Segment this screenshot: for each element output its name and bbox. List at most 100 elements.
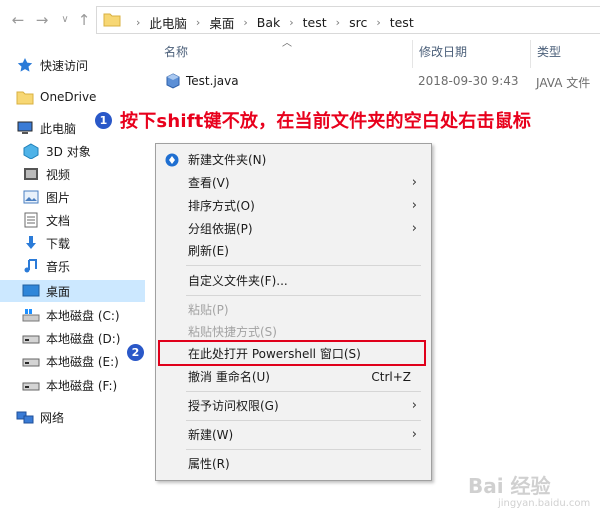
- breadcrumb-item[interactable]: test: [303, 15, 327, 30]
- sidebar-item-documents[interactable]: 文档: [0, 209, 145, 231]
- menu-item-sort-by[interactable]: 排序方式(O) ›: [156, 195, 431, 217]
- highlight-box: [158, 340, 426, 366]
- breadcrumb-separator-icon[interactable]: ›: [196, 16, 200, 29]
- sidebar-item-label: 本地磁盘 (F:): [46, 378, 118, 393]
- sidebar-item-onedrive[interactable]: OneDrive: [0, 86, 145, 108]
- windows-drive-icon: [22, 309, 40, 322]
- breadcrumb-item[interactable]: Bak: [257, 15, 280, 30]
- music-icon: [24, 259, 37, 273]
- watermark: Bai 经验 jingyan.baidu.com: [468, 468, 596, 518]
- menu-separator: [186, 449, 421, 450]
- recent-locations-chevron-icon[interactable]: ∨: [55, 10, 75, 30]
- file-name: Test.java: [186, 74, 239, 88]
- menu-item-label: 粘贴(P): [188, 303, 229, 317]
- drive-icon: [22, 335, 40, 344]
- menu-item-label: 查看(V): [188, 176, 230, 190]
- file-type: JAVA 文件: [536, 76, 591, 90]
- star-icon: [17, 58, 33, 72]
- menu-item-paste[interactable]: 粘贴(P): [156, 299, 431, 321]
- sidebar-item-drive-d[interactable]: 本地磁盘 (D:): [0, 327, 145, 349]
- sidebar-item-3d-objects[interactable]: 3D 对象: [0, 140, 145, 162]
- step-number-badge: 1: [95, 111, 112, 129]
- folder-icon: [103, 13, 121, 27]
- breadcrumb: › 此电脑 › 桌面 › Bak › test › src › test: [127, 13, 414, 32]
- video-icon: [24, 168, 38, 180]
- 3d-objects-icon: [23, 143, 39, 159]
- menu-item-label: 新建(W): [188, 428, 234, 442]
- breadcrumb-item[interactable]: 桌面: [209, 13, 234, 32]
- menu-item-give-access[interactable]: 授予访问权限(G) ›: [156, 395, 431, 417]
- sidebar-item-label: 桌面: [46, 284, 71, 299]
- menu-item-customize-folder[interactable]: 自定义文件夹(F)...: [156, 270, 431, 292]
- menu-separator: [186, 420, 421, 421]
- sidebar-item-label: 音乐: [46, 259, 71, 274]
- menu-item-label: 刷新(E): [188, 244, 229, 258]
- menu-item-new-folder[interactable]: 新建文件夹(N): [156, 149, 431, 171]
- breadcrumb-separator-icon[interactable]: ›: [243, 16, 247, 29]
- column-divider[interactable]: [530, 40, 531, 68]
- column-header-name[interactable]: 名称: [164, 40, 188, 64]
- submenu-arrow-icon: ›: [411, 398, 417, 413]
- network-icon: [16, 411, 34, 424]
- sidebar-item-network[interactable]: 网络: [0, 406, 145, 428]
- sidebar-item-label: 本地磁盘 (C:): [46, 308, 120, 323]
- menu-separator: [186, 391, 421, 392]
- computer-icon: [17, 121, 33, 134]
- download-icon: [26, 236, 36, 249]
- menu-item-label: 排序方式(O): [188, 199, 255, 213]
- watermark-logo-text: Bai 经验: [468, 474, 551, 498]
- back-arrow-icon[interactable]: ←: [8, 10, 28, 30]
- menu-item-refresh[interactable]: 刷新(E): [156, 240, 431, 262]
- sidebar-item-pictures[interactable]: 图片: [0, 186, 145, 208]
- menu-item-undo-rename[interactable]: 撤消 重命名(U) Ctrl+Z: [156, 366, 431, 388]
- breadcrumb-item[interactable]: 此电脑: [149, 13, 187, 32]
- desktop-icon: [22, 284, 40, 297]
- menu-item-shortcut: Ctrl+Z: [371, 370, 411, 384]
- submenu-arrow-icon: ›: [411, 175, 417, 190]
- shield-icon: [165, 153, 179, 167]
- sidebar-item-label: 文档: [46, 213, 71, 228]
- submenu-arrow-icon: ›: [411, 221, 417, 236]
- address-bar[interactable]: › 此电脑 › 桌面 › Bak › test › src › test: [96, 6, 600, 34]
- menu-item-label: 分组依据(P): [188, 222, 253, 236]
- sidebar-item-label: 图片: [46, 190, 71, 205]
- file-row[interactable]: Test.java 2018-09-30 9:43 JAVA 文件: [160, 70, 600, 92]
- breadcrumb-item[interactable]: src: [349, 15, 367, 30]
- annotation-step-1: 1 按下shift键不放，在当前文件夹的空白处右击鼠标: [95, 107, 531, 133]
- menu-item-new[interactable]: 新建(W) ›: [156, 424, 431, 446]
- context-menu: 新建文件夹(N) 查看(V) › 排序方式(O) › 分组依据(P) › 刷新(…: [155, 143, 432, 481]
- sidebar-item-desktop[interactable]: 桌面: [0, 280, 145, 302]
- breadcrumb-separator-icon[interactable]: ›: [376, 16, 380, 29]
- menu-separator: [186, 295, 421, 296]
- sidebar-item-drive-f[interactable]: 本地磁盘 (F:): [0, 374, 145, 396]
- menu-item-view[interactable]: 查看(V) ›: [156, 172, 431, 194]
- address-row: ← → ∨ ↑ › 此电脑 › 桌面 › Bak › test › src › …: [0, 0, 600, 40]
- sidebar-item-videos[interactable]: 视频: [0, 163, 145, 185]
- menu-item-properties[interactable]: 属性(R): [156, 453, 431, 475]
- sidebar-item-label: 快速访问: [40, 58, 89, 73]
- sidebar-item-music[interactable]: 音乐: [0, 255, 145, 277]
- sidebar-item-label: 本地磁盘 (E:): [46, 354, 119, 369]
- sidebar-item-drive-e[interactable]: 本地磁盘 (E:): [0, 350, 145, 372]
- up-arrow-icon[interactable]: ↑: [74, 10, 94, 30]
- column-header-date[interactable]: 修改日期: [419, 40, 467, 64]
- menu-item-label: 新建文件夹(N): [188, 153, 267, 167]
- sidebar-item-quick-access[interactable]: 快速访问: [0, 54, 145, 76]
- column-header-type[interactable]: 类型: [537, 40, 561, 64]
- pictures-icon: [23, 190, 39, 204]
- sort-ascending-icon: ︿: [282, 38, 292, 49]
- sidebar-item-label: 3D 对象: [46, 144, 91, 159]
- forward-arrow-icon[interactable]: →: [32, 10, 52, 30]
- breadcrumb-item[interactable]: test: [390, 15, 414, 30]
- drive-icon: [22, 358, 40, 367]
- breadcrumb-separator-icon[interactable]: ›: [336, 16, 340, 29]
- sidebar-item-label: 网络: [40, 410, 65, 425]
- sidebar-item-drive-c[interactable]: 本地磁盘 (C:): [0, 304, 145, 326]
- menu-item-label: 撤消 重命名(U): [188, 370, 270, 384]
- sidebar-item-downloads[interactable]: 下载: [0, 232, 145, 254]
- breadcrumb-separator-icon[interactable]: ›: [289, 16, 293, 29]
- column-divider[interactable]: [412, 40, 413, 68]
- step-number-badge: 2: [127, 344, 144, 361]
- menu-item-group-by[interactable]: 分组依据(P) ›: [156, 218, 431, 240]
- drive-icon: [22, 382, 40, 391]
